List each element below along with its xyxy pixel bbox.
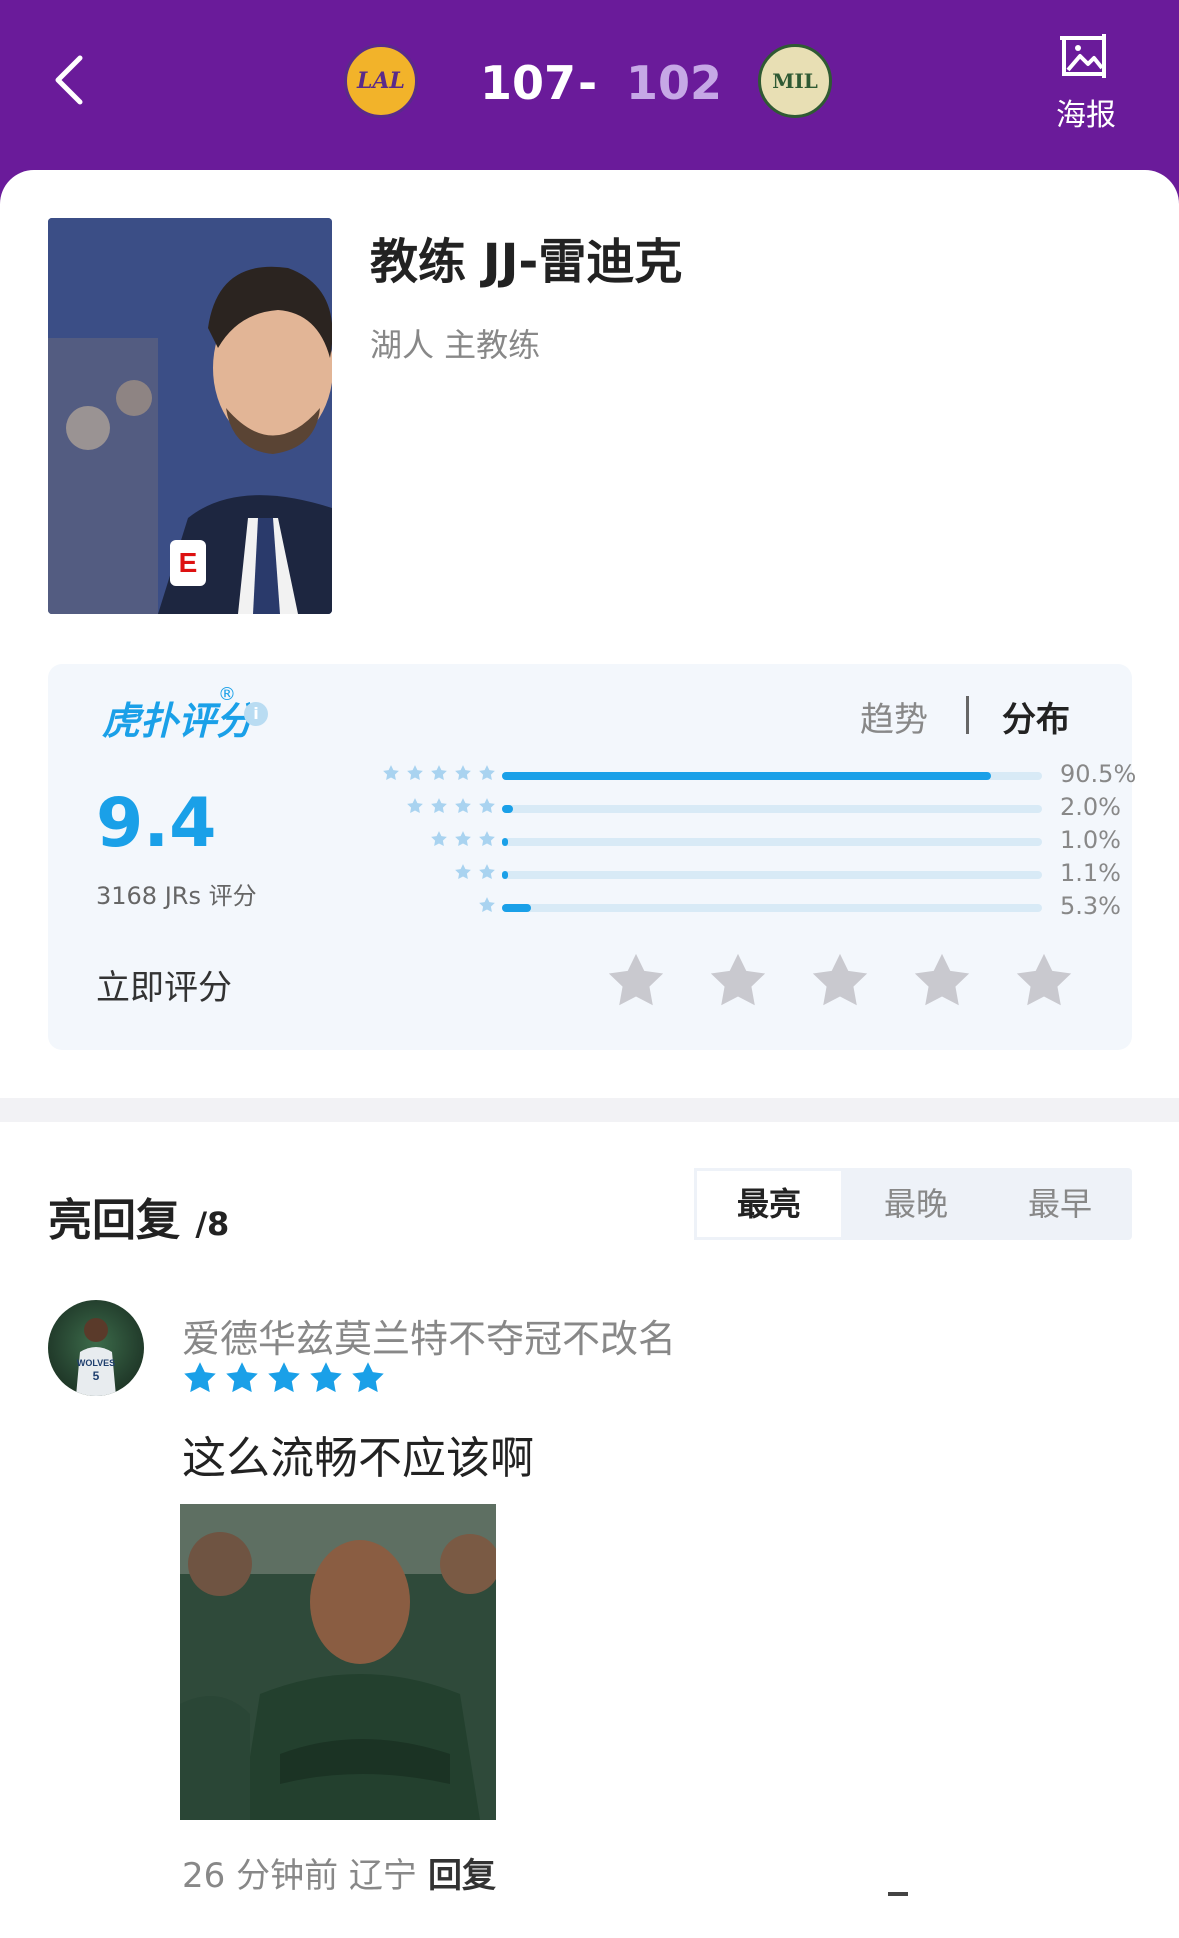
distribution-bar-fill [502,772,991,780]
rate-star-5-icon[interactable] [1012,950,1076,1012]
sort-tab-earliest[interactable]: 最早 [988,1168,1132,1240]
image-poster-icon [1060,34,1106,78]
rating-count: 3168 JRs 评分 [96,882,257,910]
coach-role: 湖人 主教练 [370,326,541,364]
small-star-icon [479,897,495,913]
distribution-stars [478,896,496,914]
home-score: 107 [480,56,577,110]
distribution-percent: 2.0% [1060,793,1121,821]
rating-panel: 虎扑评分 ® i 趋势 分布 9.4 3168 JRs 评分 90.5% 2.0%… [48,664,1136,1050]
chevron-left-icon [55,55,83,105]
tab-divider [966,696,969,734]
star-filled-icon [226,1362,258,1393]
home-team-logo[interactable]: LAL [344,44,418,118]
distribution-row-1-star: 5.3% [308,892,1121,920]
sort-tab-latest[interactable]: 最晚 [844,1168,988,1240]
distribution-bar-track [502,805,1042,813]
small-star-icon [431,831,447,847]
distribution-bar-track [502,838,1042,846]
small-star-icon [479,765,495,781]
distribution-bar-track [502,871,1042,879]
distribution-bar-fill [502,871,508,879]
away-team-logo[interactable]: MIL [758,44,832,118]
reply-image[interactable] [180,1504,496,1820]
star-filled-icon [268,1362,300,1393]
small-star-icon [455,798,471,814]
replies-count: /8 [195,1205,230,1243]
distribution-bar-track [502,772,1042,780]
reply-button[interactable]: 回复 [428,1848,496,1897]
sort-tab-brightest[interactable]: 最亮 [694,1168,844,1240]
distribution-stars [406,797,496,815]
replies-title-text: 亮回复 [48,1195,180,1246]
distribution-bar-fill [502,904,531,912]
score-separator: - [578,56,598,110]
small-star-icon [479,798,495,814]
star-filled-icon [352,1362,384,1393]
back-button[interactable] [48,52,92,108]
scroll-indicator [888,1892,908,1896]
distribution-bar-fill [502,805,513,813]
star-filled-icon [184,1362,216,1393]
coach-portrait-image: E [48,218,332,614]
rate-star-2-icon[interactable] [706,950,770,1012]
poster-label: 海报 [1056,98,1116,133]
rate-star-1-icon[interactable] [604,950,668,1012]
svg-text:WOLVES: WOLVES [77,1358,115,1368]
rate-star-3-icon[interactable] [808,950,872,1012]
section-divider [0,1098,1179,1122]
coach-name: 教练 JJ-雷迪克 [370,234,683,290]
away-score: 102 [626,56,723,110]
distribution-percent: 5.3% [1060,892,1121,920]
distribution-row-5-star: 90.5% [308,760,1136,788]
small-star-icon [455,864,471,880]
reply-photo [180,1504,496,1820]
distribution-stars [382,764,496,782]
away-team-abbr: MIL [772,69,818,93]
distribution-stars [454,863,496,881]
svg-text:E: E [179,547,198,578]
distribution-stars [430,830,496,848]
registered-mark: ® [218,684,236,705]
small-star-icon [407,798,423,814]
distribution-percent: 1.1% [1060,859,1121,887]
rate-stars [604,950,1076,1012]
small-star-icon [383,765,399,781]
reply-text: 这么流畅不应该啊 [182,1433,534,1484]
average-score: 9.4 [96,784,217,863]
reply-star-rating [182,1360,386,1396]
rate-now-label: 立即评分 [96,968,232,1008]
small-star-icon [479,831,495,847]
tab-trend[interactable]: 趋势 [860,692,928,741]
small-star-icon [407,765,423,781]
rate-star-4-icon[interactable] [910,950,974,1012]
coach-photo: E [48,218,332,614]
reply-meta: 26 分钟前 辽宁 [182,1856,417,1896]
small-star-icon [479,864,495,880]
small-star-icon [431,798,447,814]
distribution-row-3-star: 1.0% [308,826,1121,854]
reply-username[interactable]: 爱德华兹莫兰特不夺冠不改名 [182,1308,676,1363]
distribution-bar-track [502,904,1042,912]
small-star-icon [455,765,471,781]
distribution-percent: 1.0% [1060,826,1121,854]
info-icon[interactable]: i [244,702,268,726]
distribution-percent: 90.5% [1060,760,1137,788]
small-star-icon [431,765,447,781]
poster-button[interactable]: 海报 [1050,28,1122,134]
user-avatar-image: WOLVES 5 [76,1318,116,1396]
svg-text:5: 5 [93,1369,100,1383]
avatar[interactable]: WOLVES 5 [48,1300,144,1396]
content-card: E 教练 JJ-雷迪克 湖人 主教练 虎扑评分 ® i 趋势 分布 9.4 31… [0,170,1179,1938]
small-star-icon [455,831,471,847]
tab-distribution[interactable]: 分布 [1002,692,1070,741]
star-filled-icon [310,1362,342,1393]
home-team-abbr: LAL [356,68,405,94]
distribution-row-4-star: 2.0% [308,793,1121,821]
distribution-row-2-star: 1.1% [308,859,1121,887]
sort-tabs: 最亮 最晚 最早 [694,1168,1132,1240]
distribution-bar-fill [502,838,508,846]
replies-title: 亮回复 /8 [48,1184,229,1248]
